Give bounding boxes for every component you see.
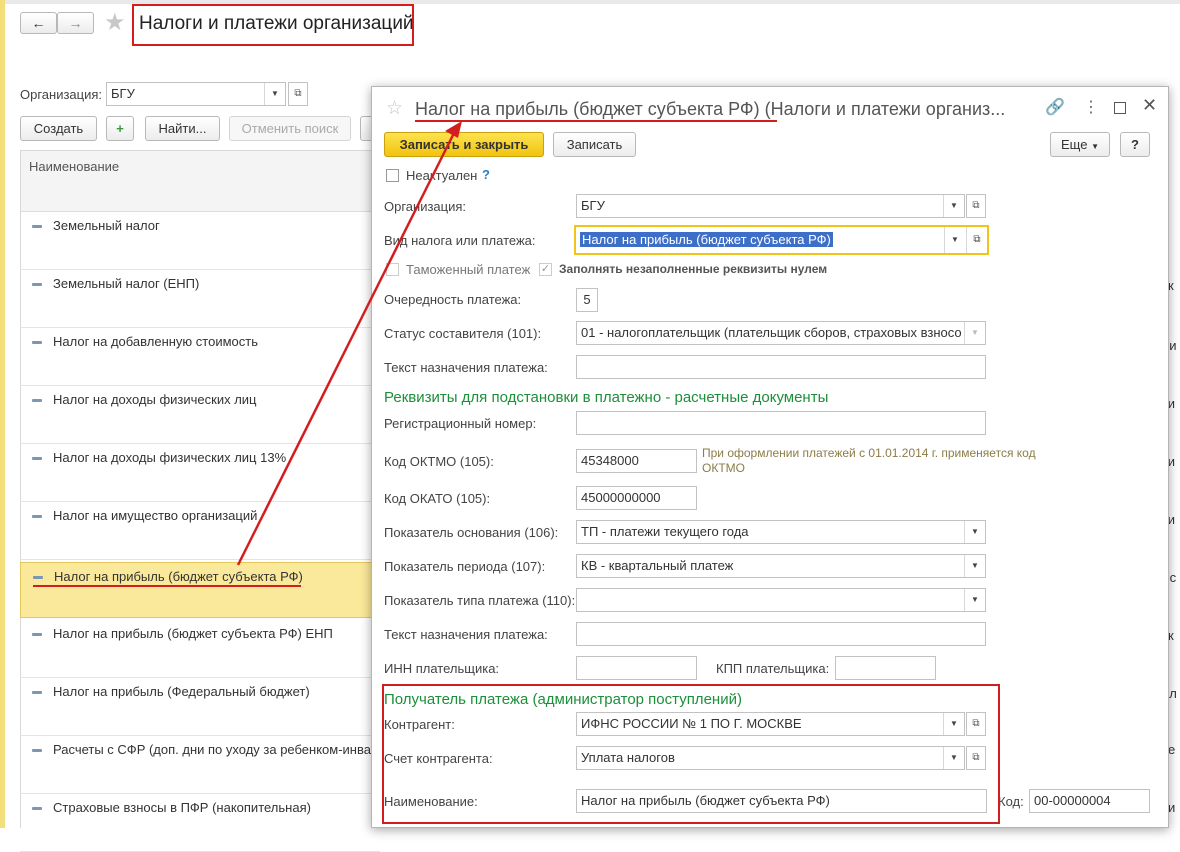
annotation-arrow — [236, 121, 462, 566]
arrow-head — [445, 121, 462, 138]
arrow-line — [236, 130, 457, 566]
